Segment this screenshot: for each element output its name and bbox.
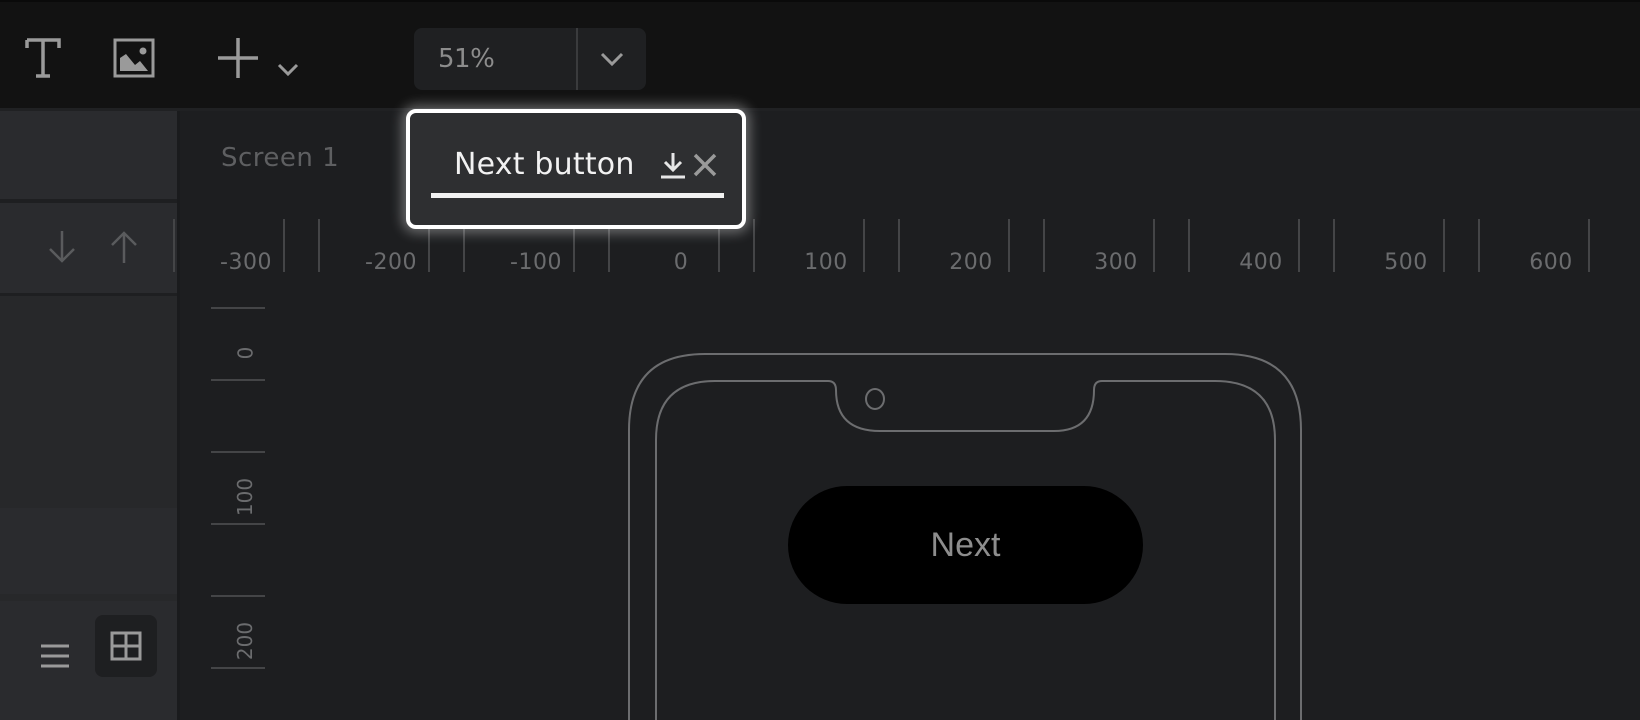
ruler-h-label: 300 bbox=[1094, 250, 1138, 275]
zoom-dropdown-button[interactable] bbox=[578, 28, 646, 90]
download-icon bbox=[661, 153, 685, 179]
sidebar-section-order bbox=[0, 203, 177, 293]
list-icon bbox=[41, 644, 69, 668]
ruler-h-label: 500 bbox=[1384, 250, 1428, 275]
ruler-h-label: 0 bbox=[673, 250, 689, 275]
design-canvas[interactable] bbox=[180, 111, 1640, 720]
ruler-v-label: 100 bbox=[233, 477, 258, 517]
ruler-h-label: 100 bbox=[804, 250, 848, 275]
left-sidebar bbox=[0, 111, 177, 720]
ruler-h-label: -300 bbox=[220, 250, 272, 275]
sidebar-section-top bbox=[0, 111, 177, 199]
arrow-up-icon bbox=[111, 231, 137, 263]
zoom-control: 51% bbox=[414, 28, 646, 90]
next-button[interactable]: Next bbox=[788, 486, 1143, 604]
grid-view-button[interactable] bbox=[95, 615, 157, 677]
move-down-button[interactable] bbox=[42, 223, 82, 271]
text-tool-button[interactable] bbox=[18, 32, 68, 84]
ruler-h-label: 400 bbox=[1239, 250, 1283, 275]
top-toolbar: 51% bbox=[0, 0, 1640, 111]
arrow-down-icon bbox=[49, 231, 75, 263]
popup-underline bbox=[431, 193, 724, 198]
sidebar-section-properties bbox=[0, 508, 177, 594]
text-icon bbox=[25, 38, 61, 78]
zoom-level-value[interactable]: 51% bbox=[414, 28, 578, 90]
ruler-h-label: -100 bbox=[510, 250, 562, 275]
sidebar-section-view bbox=[0, 601, 177, 720]
add-element-button[interactable] bbox=[210, 32, 306, 84]
ruler-h-label: 200 bbox=[949, 250, 993, 275]
image-icon bbox=[113, 38, 155, 78]
ruler-v-label: 0 bbox=[232, 346, 257, 360]
popup-title[interactable]: Next button bbox=[454, 147, 635, 182]
image-tool-button[interactable] bbox=[108, 34, 160, 82]
ruler-h-label: -200 bbox=[365, 250, 417, 275]
ruler-v-label: 200 bbox=[233, 621, 258, 661]
chevron-down-icon bbox=[277, 63, 299, 77]
chevron-down-icon bbox=[600, 52, 624, 67]
screen-label[interactable]: Screen 1 bbox=[221, 143, 339, 173]
close-button[interactable] bbox=[690, 149, 720, 181]
ruler-h-label: 600 bbox=[1529, 250, 1573, 275]
move-up-button[interactable] bbox=[104, 223, 144, 271]
plus-icon bbox=[218, 38, 258, 78]
grid-icon bbox=[110, 631, 142, 661]
close-icon bbox=[693, 153, 717, 177]
element-name-popup: Next button bbox=[406, 109, 746, 229]
download-button[interactable] bbox=[658, 149, 688, 181]
list-view-button[interactable] bbox=[24, 625, 86, 687]
